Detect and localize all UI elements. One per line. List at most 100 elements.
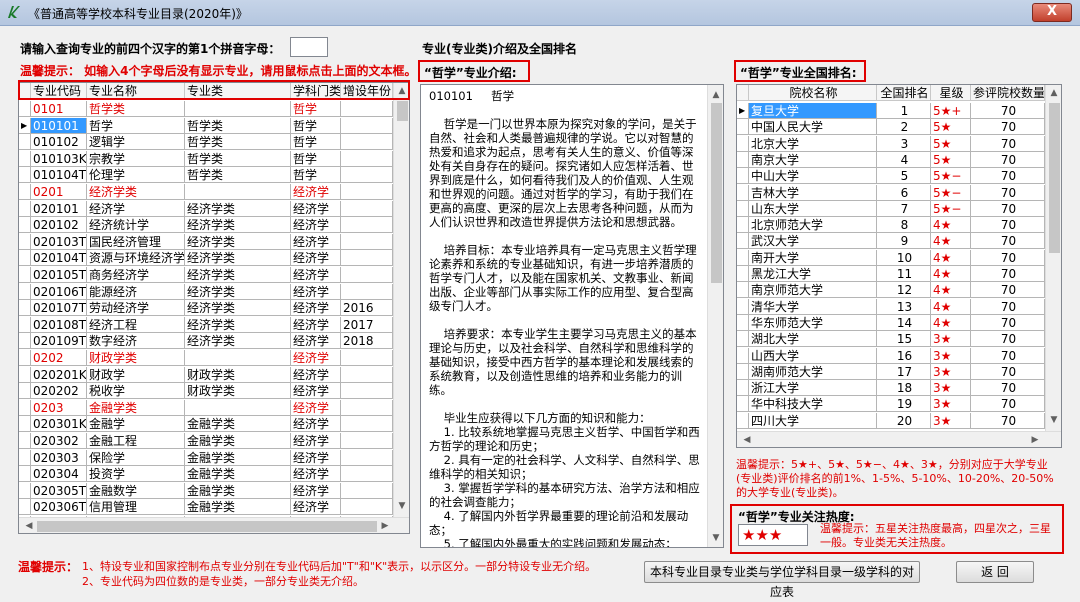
row-selector-icon	[737, 266, 749, 282]
table-cell-code: 010101	[31, 117, 87, 134]
column-header: 星级	[931, 85, 971, 101]
hscroll-thumb[interactable]	[37, 521, 377, 532]
table-cell-name: 商务经济学	[87, 267, 185, 283]
scroll-down-icon[interactable]: ▼	[1046, 415, 1061, 425]
table-cell-school: 南京师范大学	[749, 282, 877, 299]
table-cell-year	[341, 383, 393, 400]
major-table[interactable]: 专业代码 专业名称 专业类 学科门类 增设年份 0101 哲学类 哲学 ▶ 010101 哲学 哲学类…	[18, 82, 410, 534]
table-cell-name: 财政学	[87, 366, 185, 383]
row-selector-icon	[737, 396, 749, 413]
table-cell-rank: 14	[877, 314, 931, 331]
table-cell-code: 020201K	[31, 366, 87, 383]
scroll-up-icon[interactable]: ▲	[1046, 88, 1061, 98]
row-selector-icon	[737, 298, 749, 315]
table-cell-count: 70	[971, 282, 1045, 299]
table-cell-stars: 4★	[931, 314, 971, 331]
table-cell-count: 70	[971, 249, 1045, 266]
row-selector-icon	[19, 233, 31, 250]
row-selector-icon	[737, 331, 749, 348]
table-cell-stars: 3★	[931, 412, 971, 429]
search-hint: 温馨提示： 如输入4个字母后没有显示专业，请用鼠标点击上面的文本框。	[20, 64, 417, 78]
row-selector-icon	[19, 466, 31, 483]
table-cell-school: 中山大学	[749, 168, 877, 185]
table-cell-count: 70	[971, 135, 1045, 152]
row-selector-icon	[19, 499, 31, 516]
table-cell-rank: 2	[877, 119, 931, 136]
table-cell-school: 浙江大学	[749, 380, 877, 397]
table-cell-code: 010104T	[31, 167, 87, 184]
table-cell-cls: 经济学类	[185, 250, 291, 267]
scroll-left-icon[interactable]: ◀	[21, 521, 37, 531]
table-cell-code: 020103T	[31, 233, 87, 250]
table-cell-name: 税收学	[87, 383, 185, 400]
table-cell-code: 010103K	[31, 150, 87, 167]
table-cell-count: 70	[971, 119, 1045, 136]
scroll-right-icon[interactable]: ▶	[1027, 435, 1043, 445]
scroll-up-icon[interactable]: ▲	[708, 88, 723, 102]
table-cell-school: 湖南师范大学	[749, 363, 877, 380]
table-cell-year	[341, 217, 393, 234]
table-cell-count: 70	[971, 233, 1045, 250]
pinyin-search-input[interactable]	[290, 37, 328, 57]
table-cell-stars: 5★−	[931, 184, 971, 201]
table-cell-name: 数字经济	[87, 333, 185, 350]
back-button[interactable]: 返 回	[956, 561, 1034, 583]
major-table-hscrollbar[interactable]: ◀ ▶	[19, 517, 409, 533]
footer-hint-label: 温馨提示：	[18, 560, 79, 574]
scroll-down-icon[interactable]: ▼	[394, 501, 409, 511]
table-cell-code: 020109T	[31, 333, 87, 350]
row-selector-icon	[737, 168, 749, 185]
table-cell-school: 黑龙江大学	[749, 266, 877, 282]
table-cell-cls	[185, 184, 291, 200]
heat-hint: 温馨提示：五星关注热度最高，四星次之，三星一般。专业类无关注热度。	[820, 522, 1051, 549]
close-button[interactable]: X	[1032, 3, 1072, 22]
table-cell-stars: 3★	[931, 396, 971, 413]
rank-title: “哲学”专业全国排名:	[740, 66, 857, 80]
scroll-down-icon[interactable]: ▼	[708, 531, 723, 545]
table-cell-cls	[185, 399, 291, 416]
row-selector-icon	[737, 347, 749, 364]
table-cell-name: 财政学类	[87, 350, 185, 366]
table-cell-count: 70	[971, 151, 1045, 168]
rank-title-box: “哲学”专业全国排名:	[734, 60, 866, 82]
scroll-thumb[interactable]	[711, 103, 722, 283]
table-cell-subj: 经济学	[291, 283, 341, 300]
major-intro-text[interactable]: 010101 哲学 哲学是一门以世界本原为探究对象的学问，是关于自然、社会和人类…	[420, 84, 724, 548]
intro-vscrollbar[interactable]: ▲ ▼	[707, 85, 723, 547]
table-cell-subj: 经济学	[291, 333, 341, 350]
table-cell-name: 经济学	[87, 200, 185, 217]
table-cell-year	[341, 350, 393, 366]
ranking-table[interactable]: 院校名称 全国排名 星级 参评院校数量 ▶ 复旦大学 1 5★+ 70 中国人民大学 2 5★ 70 北京…	[736, 84, 1062, 448]
intro-title: “哲学”专业介绍:	[424, 66, 517, 80]
table-cell-subj: 经济学	[291, 217, 341, 234]
table-cell-subj: 经济学	[291, 366, 341, 383]
table-cell-school: 山西大学	[749, 347, 877, 364]
compare-table-button[interactable]: 本科专业目录专业类与学位学科目录一级学科的对应表	[644, 561, 920, 599]
table-cell-school: 南京大学	[749, 151, 877, 168]
scroll-thumb[interactable]	[397, 101, 408, 121]
row-selector-icon	[737, 249, 749, 266]
table-cell-year	[341, 466, 393, 483]
row-selector-icon	[737, 412, 749, 429]
table-cell-stars: 3★	[931, 331, 971, 348]
table-cell-school: 北京师范大学	[749, 217, 877, 234]
scroll-thumb[interactable]	[1049, 103, 1060, 253]
major-table-vscrollbar[interactable]: ▲ ▼	[393, 83, 409, 517]
table-cell-rank: 12	[877, 282, 931, 299]
scroll-right-icon[interactable]: ▶	[377, 521, 393, 531]
table-cell-cls: 哲学类	[185, 117, 291, 134]
row-selector-icon: ▶	[19, 117, 31, 134]
table-cell-year	[341, 449, 393, 466]
table-cell-year	[341, 167, 393, 184]
table-cell-name: 劳动经济学	[87, 300, 185, 317]
table-cell-code: 020106T	[31, 283, 87, 300]
table-cell-subj: 经济学	[291, 250, 341, 267]
table-cell-subj: 经济学	[291, 184, 341, 200]
table-cell-cls: 金融学类	[185, 449, 291, 466]
ranking-vscrollbar[interactable]: ▲ ▼	[1045, 85, 1061, 431]
table-cell-count: 70	[971, 266, 1045, 282]
table-cell-stars: 4★	[931, 282, 971, 299]
scroll-left-icon[interactable]: ◀	[739, 435, 755, 445]
ranking-hscrollbar[interactable]: ◀ ▶	[737, 431, 1061, 447]
table-cell-count: 70	[971, 168, 1045, 185]
